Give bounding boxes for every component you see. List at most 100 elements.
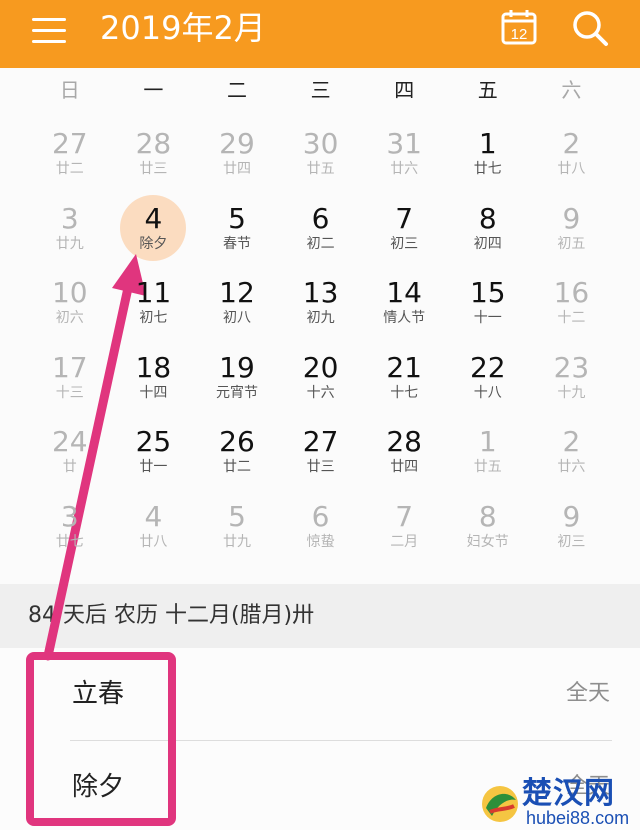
weekday-wed: 三: [310, 78, 331, 102]
lunar-label: 十三: [55, 384, 84, 401]
lunar-label: 初二: [306, 235, 335, 252]
lunar-label: 初三: [390, 235, 419, 252]
lunar-label: 廿七: [473, 161, 502, 177]
day-cell[interactable]: 5 春节: [195, 187, 279, 262]
event-name: 除夕: [72, 772, 125, 802]
day-cell[interactable]: 28 廿四: [362, 410, 446, 485]
day-cell-selected[interactable]: 4 除夕: [112, 187, 196, 262]
day-cell[interactable]: 9 初三: [530, 485, 614, 560]
day-cell[interactable]: 28 廿三: [112, 112, 196, 187]
day-cell[interactable]: 9 初五: [530, 187, 614, 262]
day-cell[interactable]: 1 廿七: [446, 112, 530, 187]
lunar-label: 初三: [557, 534, 586, 550]
day-cell[interactable]: 5 廿九: [195, 485, 279, 560]
day-cell[interactable]: 13 初九: [279, 261, 363, 336]
day-number: 15: [469, 276, 506, 310]
day-number: 21: [386, 350, 422, 384]
day-cell[interactable]: 27 廿三: [279, 410, 363, 485]
day-cell[interactable]: 3 廿九: [28, 187, 112, 262]
lunar-label: 廿五: [306, 161, 335, 177]
menu-icon[interactable]: [32, 14, 68, 50]
weekday-tue: 二: [226, 78, 247, 102]
day-cell[interactable]: 20 十六: [279, 336, 363, 411]
day-cell[interactable]: 14 情人节: [362, 261, 446, 336]
lunar-label: 初八: [222, 310, 251, 327]
lunar-label: 初四: [473, 235, 502, 252]
day-cell[interactable]: 7 二月: [362, 485, 446, 560]
lunar-label: 十二: [557, 310, 586, 327]
day-cell[interactable]: 3 廿七: [28, 485, 112, 560]
day-cell[interactable]: 2 廿八: [530, 112, 614, 187]
day-cell[interactable]: 4 廿八: [112, 485, 196, 560]
day-number: 7: [395, 500, 414, 533]
day-cell[interactable]: 8 初四: [446, 187, 530, 262]
day-number: 22: [469, 350, 506, 384]
day-cell[interactable]: 23 十九: [530, 336, 614, 411]
day-cell[interactable]: 26 廿二: [195, 410, 279, 485]
day-number: 20: [302, 350, 339, 384]
day-number: 29: [219, 127, 255, 160]
today-icon-day: 12: [511, 26, 528, 43]
day-cell[interactable]: 2 廿六: [530, 410, 614, 485]
day-number: 2: [562, 127, 581, 160]
day-number: 3: [60, 201, 79, 235]
day-cell[interactable]: 16 十二: [530, 261, 614, 336]
lunar-label: 廿三: [306, 459, 335, 476]
day-number: 16: [553, 276, 590, 310]
day-number: 2: [562, 425, 581, 459]
lunar-label: 廿六: [557, 459, 586, 476]
day-cell[interactable]: 24 廿: [28, 410, 112, 485]
day-cell[interactable]: 30 廿五: [279, 112, 363, 187]
watermark-logo: 楚汉网 hubei88.com: [478, 778, 640, 830]
day-cell[interactable]: 31 廿六: [362, 112, 446, 187]
day-number: 8: [478, 500, 497, 533]
day-cell[interactable]: 17 十三: [28, 336, 112, 411]
day-cell[interactable]: 25 廿一: [112, 410, 196, 485]
search-icon[interactable]: [570, 8, 610, 48]
globe-icon: [482, 786, 518, 822]
day-number: 8: [478, 201, 497, 235]
day-number: 18: [135, 350, 172, 384]
day-cell[interactable]: 10 初六: [28, 261, 112, 336]
lunar-info-text: 84 天后 农历 十二月(腊月)卅: [28, 603, 315, 628]
day-number: 5: [228, 201, 246, 235]
day-number: 5: [228, 500, 246, 533]
day-cell[interactable]: 1 廿五: [446, 410, 530, 485]
lunar-label: 妇女节: [466, 534, 509, 550]
weekday-sat: 六: [561, 78, 582, 102]
day-cell[interactable]: 6 惊蛰: [279, 485, 363, 560]
day-number: 12: [219, 276, 255, 310]
lunar-label: 十一: [473, 310, 502, 327]
day-cell[interactable]: 8 妇女节: [446, 485, 530, 560]
day-number: 30: [302, 127, 339, 160]
day-cell[interactable]: 19 元宵节: [195, 336, 279, 411]
day-cell[interactable]: 27 廿二: [28, 112, 112, 187]
lunar-label: 廿九: [55, 235, 84, 252]
lunar-label: 初七: [139, 310, 168, 327]
day-number: 28: [386, 425, 422, 459]
lunar-label: 廿五: [473, 459, 502, 476]
month-title[interactable]: 2019年2月: [100, 8, 266, 48]
lunar-label: 廿六: [390, 161, 419, 177]
day-number: 9: [562, 500, 581, 533]
day-number: 6: [311, 500, 330, 533]
day-number: 13: [302, 276, 339, 310]
lunar-label: 廿三: [139, 161, 168, 177]
day-cell[interactable]: 21 十七: [362, 336, 446, 411]
day-cell[interactable]: 6 初二: [279, 187, 363, 262]
today-calendar-icon[interactable]: 12: [500, 8, 538, 46]
day-cell[interactable]: 11 初七: [112, 261, 196, 336]
day-cell[interactable]: 15 十一: [446, 261, 530, 336]
watermark-url: hubei88.com: [526, 808, 630, 828]
day-cell[interactable]: 29 廿四: [195, 112, 279, 187]
lunar-label: 廿四: [390, 459, 419, 476]
weekday-sun: 日: [59, 78, 80, 102]
day-cell[interactable]: 18 十四: [112, 336, 196, 411]
day-cell[interactable]: 12 初八: [195, 261, 279, 336]
day-cell[interactable]: 7 初三: [362, 187, 446, 262]
event-item[interactable]: 立春 全天: [0, 648, 640, 741]
lunar-label: 除夕: [139, 235, 168, 252]
lunar-label: 元宵节: [215, 384, 258, 401]
day-cell[interactable]: 22 十八: [446, 336, 530, 411]
lunar-label: 十九: [557, 384, 586, 401]
